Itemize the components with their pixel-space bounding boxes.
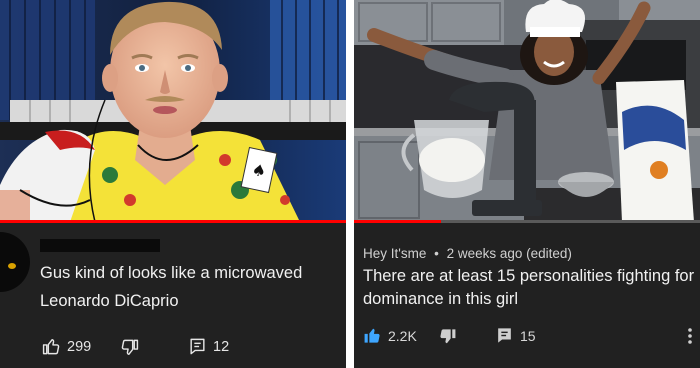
reply-icon [190, 338, 205, 355]
like-count: 299 [67, 338, 92, 355]
avatar [8, 263, 16, 269]
man-in-studio-image: ♠ [0, 0, 346, 222]
dislike-button[interactable] [120, 338, 139, 357]
comment-text-line1: There are at least 15 personalities figh… [363, 267, 695, 285]
comment-timestamp[interactable]: 2 weeks ago (edited) [447, 246, 572, 261]
reply-count: 12 [213, 338, 230, 355]
thumbs-down-icon [121, 339, 139, 355]
video-thumbnail-right[interactable] [354, 0, 700, 222]
username-redaction [40, 239, 160, 252]
right-screenshot-panel: Hey It'sme • 2 weeks ago (edited) There … [354, 0, 700, 368]
dislike-button[interactable] [438, 327, 457, 346]
left-screenshot-panel: ♠ Gus kind of looks like a microwaved Le… [0, 0, 346, 368]
avatar-redaction [0, 232, 30, 292]
comment-left: Gus kind of looks like a microwaved Leon… [0, 223, 346, 368]
like-button[interactable]: 2.2K [363, 326, 417, 345]
comment-text-line2: Leonardo DiCaprio [40, 292, 179, 310]
thumbs-down-icon [440, 329, 456, 344]
like-count: 2.2K [388, 327, 417, 344]
comment-text-line1: Gus kind of looks like a microwaved [40, 264, 303, 282]
video-thumbnail-left[interactable]: ♠ [0, 0, 346, 222]
more-vert-icon [688, 328, 692, 344]
comment-author[interactable]: Hey It'sme [363, 246, 426, 261]
thumbs-up-icon [42, 339, 60, 355]
reply-count: 15 [520, 327, 536, 344]
comment-header: Hey It'sme • 2 weeks ago (edited) [363, 246, 572, 261]
like-button[interactable]: 299 [42, 337, 91, 356]
reply-button[interactable]: 12 [188, 337, 229, 356]
kitchen-scene-image [354, 0, 700, 222]
comment-text-line2: dominance in this girl [363, 290, 518, 308]
reply-button[interactable]: 15 [495, 326, 536, 345]
comment-right: Hey It'sme • 2 weeks ago (edited) There … [354, 223, 700, 368]
reply-icon [498, 328, 511, 343]
thumbs-up-icon-active [364, 328, 380, 343]
more-options-button[interactable] [687, 327, 693, 345]
separator-dot: • [434, 246, 439, 261]
